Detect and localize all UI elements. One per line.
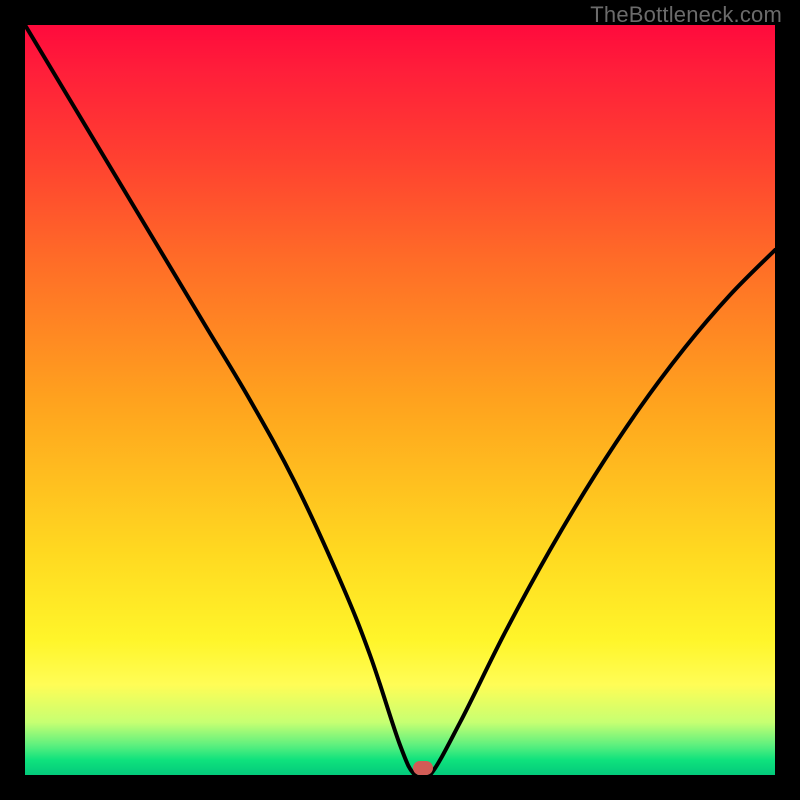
chart-frame: TheBottleneck.com [0, 0, 800, 800]
attribution-text: TheBottleneck.com [590, 2, 782, 28]
plot-area [25, 25, 775, 775]
optimum-marker [413, 761, 433, 775]
bottleneck-curve [25, 25, 775, 775]
